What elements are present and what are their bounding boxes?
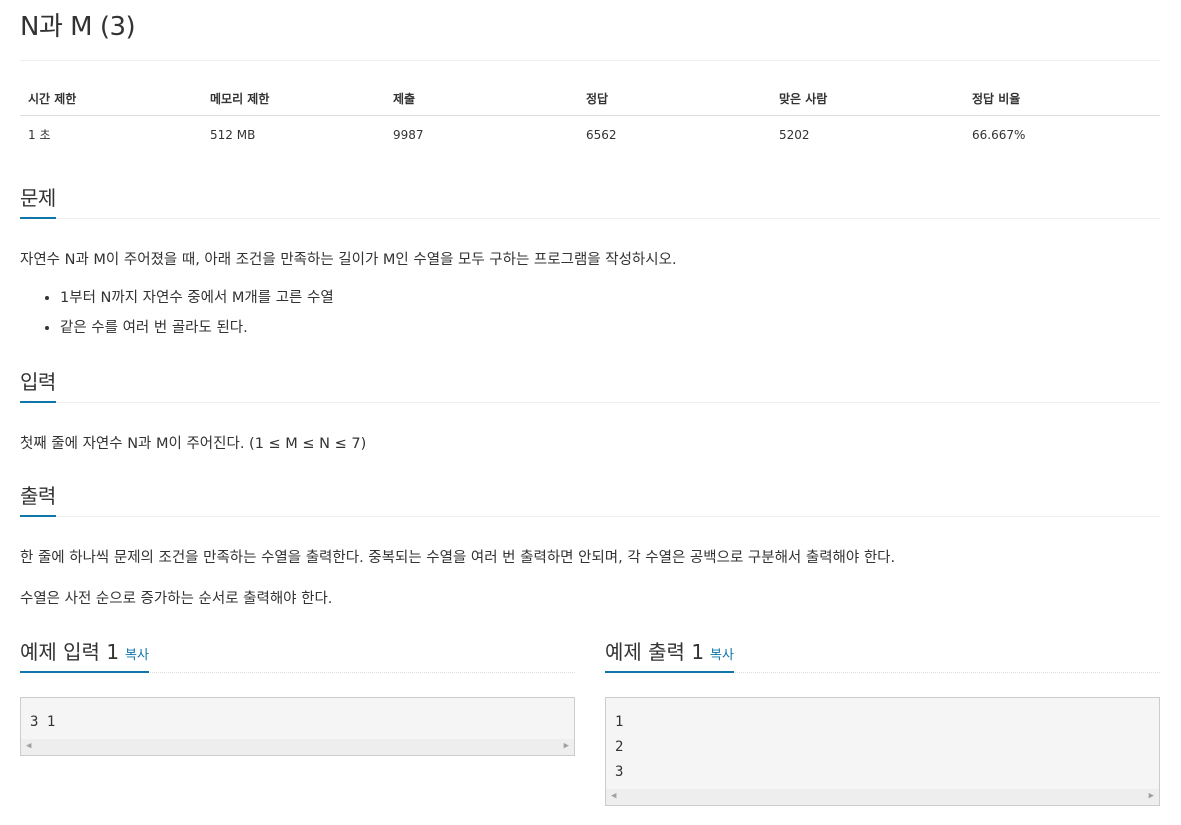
accepted-header: 정답 bbox=[578, 80, 771, 116]
accept-ratio-header: 정답 비율 bbox=[964, 80, 1160, 116]
scroll-left-icon[interactable]: ◀ bbox=[26, 741, 31, 751]
solvers-header: 맞은 사람 bbox=[771, 80, 964, 116]
scroll-right-icon[interactable]: ▶ bbox=[1149, 791, 1154, 801]
time-limit-value: 1 초 bbox=[28, 128, 51, 142]
input-section-header: 입력 bbox=[20, 366, 1160, 403]
output-section-header: 출력 bbox=[20, 480, 1160, 517]
time-limit-header: 시간 제한 bbox=[20, 80, 202, 116]
output-order-note: 수열은 사전 순으로 증가하는 순서로 출력해야 한다. bbox=[20, 591, 333, 607]
sample-output-box[interactable]: 1 2 3 ◀ ▶ bbox=[605, 697, 1160, 806]
output-description: 한 줄에 하나씩 문제의 조건을 만족하는 수열을 출력한다. 중복되는 수열을… bbox=[20, 550, 896, 566]
output-heading: 출력 bbox=[20, 480, 56, 517]
submissions-value: 9987 bbox=[393, 127, 424, 142]
list-item: 1부터 N까지 자연수 중에서 M개를 고른 수열 bbox=[60, 287, 334, 317]
problem-section-header: 문제 bbox=[20, 182, 1160, 219]
sample-input-header: 예제 입력 1 복사 bbox=[20, 636, 575, 673]
scroll-right-icon[interactable]: ▶ bbox=[564, 741, 569, 751]
title-divider bbox=[20, 60, 1160, 61]
page-title: N과 M (3) bbox=[20, 12, 136, 42]
problem-heading: 문제 bbox=[20, 182, 56, 219]
accepted-value: 6562 bbox=[586, 127, 617, 142]
solvers-value: 5202 bbox=[779, 127, 810, 142]
sample-output-heading-wrap: 예제 출력 1 복사 bbox=[605, 636, 734, 673]
input-description: 첫째 줄에 자연수 N과 M이 주어진다. (1 ≤ M ≤ N ≤ 7) bbox=[20, 436, 367, 452]
sample-output-heading: 예제 출력 1 bbox=[605, 640, 705, 664]
problem-description: 자연수 N과 M이 주어졌을 때, 아래 조건을 만족하는 길이가 M인 수열을… bbox=[20, 252, 677, 268]
info-value-row: 1 초 512 MB 9987 6562 5202 66.667% bbox=[20, 116, 1160, 152]
problem-conditions-list: 1부터 N까지 자연수 중에서 M개를 고른 수열 같은 수를 여러 번 골라도… bbox=[20, 287, 334, 347]
list-item: 같은 수를 여러 번 골라도 된다. bbox=[60, 317, 334, 347]
section-divider bbox=[20, 516, 1160, 517]
section-divider bbox=[20, 218, 1160, 219]
horizontal-scrollbar[interactable]: ◀ ▶ bbox=[606, 789, 1159, 805]
problem-info-table: 시간 제한 메모리 제한 제출 정답 맞은 사람 정답 비율 1 초 512 M… bbox=[20, 80, 1160, 151]
info-header-row: 시간 제한 메모리 제한 제출 정답 맞은 사람 정답 비율 bbox=[20, 80, 1160, 116]
section-divider bbox=[20, 402, 1160, 403]
memory-limit-value: 512 MB bbox=[210, 127, 256, 142]
horizontal-scrollbar[interactable]: ◀ ▶ bbox=[21, 739, 574, 755]
copy-output-button[interactable]: 복사 bbox=[710, 648, 734, 663]
input-heading: 입력 bbox=[20, 366, 56, 403]
sample-output-text: 1 2 3 bbox=[615, 714, 624, 780]
scroll-left-icon[interactable]: ◀ bbox=[611, 791, 616, 801]
sample-input-heading: 예제 입력 1 bbox=[20, 640, 120, 664]
memory-limit-header: 메모리 제한 bbox=[202, 80, 385, 116]
sample-input-box[interactable]: 3 1 ◀ ▶ bbox=[20, 697, 575, 756]
sample-input-text: 3 1 bbox=[30, 714, 56, 730]
copy-input-button[interactable]: 복사 bbox=[125, 648, 149, 663]
accept-ratio-value: 66.667% bbox=[972, 127, 1026, 142]
sample-output-header: 예제 출력 1 복사 bbox=[605, 636, 1160, 673]
sample-input-heading-wrap: 예제 입력 1 복사 bbox=[20, 636, 149, 673]
submissions-header: 제출 bbox=[385, 80, 578, 116]
